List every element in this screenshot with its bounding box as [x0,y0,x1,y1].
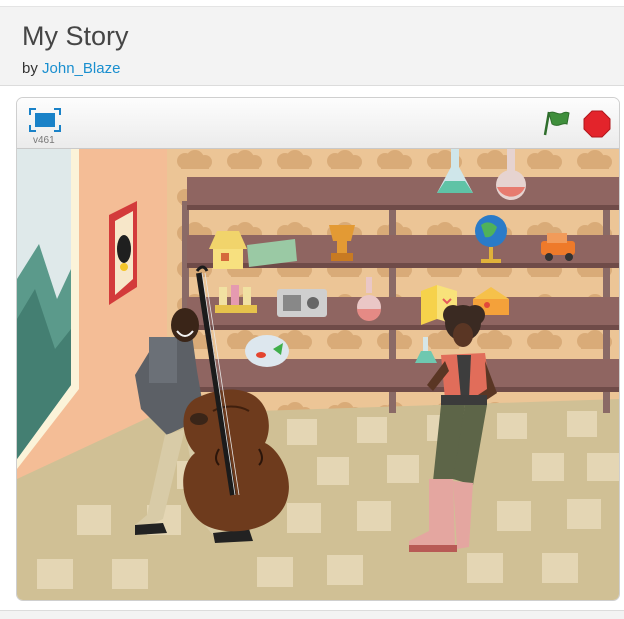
radio [277,289,327,317]
project-title: My Story [22,21,129,51]
author-link[interactable]: John_Blaze [42,60,120,77]
stop-sign-icon[interactable] [583,110,611,138]
byline: by John_Blaze [22,60,120,77]
stage-canvas[interactable] [17,149,619,600]
wall-painting [109,201,137,305]
fullscreen-icon[interactable] [29,108,61,132]
version-label: v461 [33,135,55,146]
fish-bowl [245,335,289,367]
green-flag-icon[interactable] [543,109,571,137]
by-label: by [22,60,38,77]
test-tube-rack [215,285,257,313]
player-controls: v461 [17,98,619,149]
project-header: My Story by John_Blaze [0,6,624,86]
project-player: v461 [16,97,620,601]
